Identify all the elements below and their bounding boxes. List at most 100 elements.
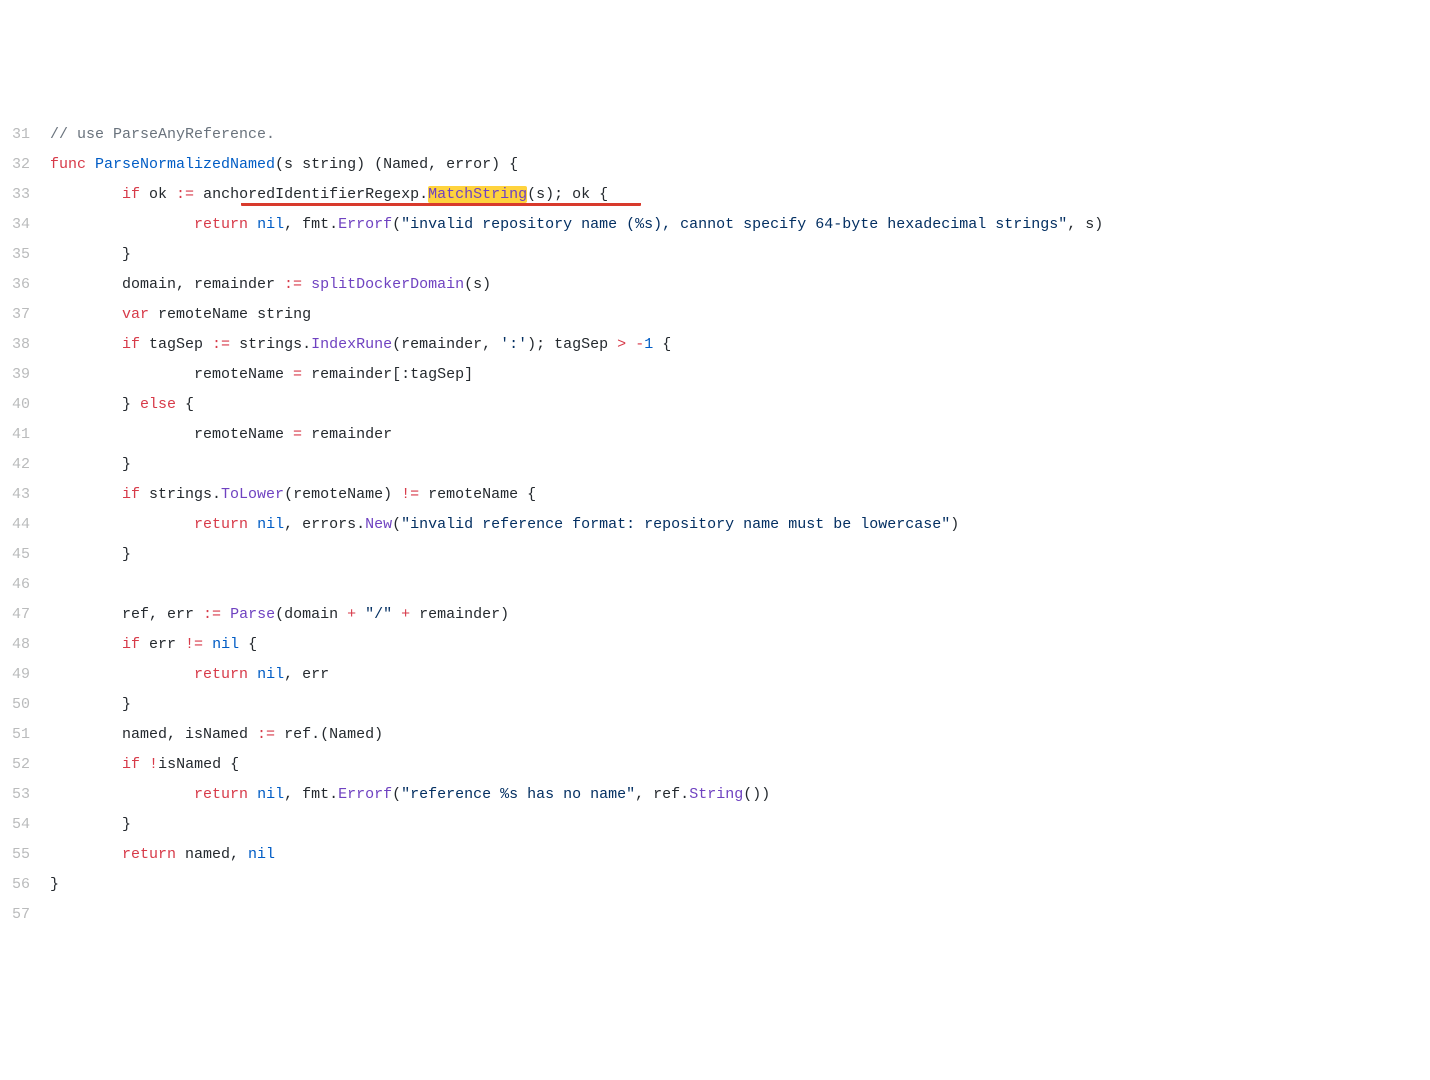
line-content[interactable]: }: [42, 870, 1430, 900]
code-line[interactable]: 33 if ok := anchoredIdentifierRegexp.Mat…: [0, 180, 1430, 210]
code-token: "/": [365, 606, 392, 623]
code-token: +: [347, 606, 356, 623]
code-token: isNamed {: [158, 756, 239, 773]
code-token: err: [140, 636, 185, 653]
code-token: [302, 276, 311, 293]
line-content[interactable]: }: [42, 450, 1430, 480]
code-token: "invalid reference format: repository na…: [401, 516, 950, 533]
code-line[interactable]: 47 ref, err := Parse(domain + "/" + rema…: [0, 600, 1430, 630]
line-content[interactable]: } else {: [42, 390, 1430, 420]
line-content[interactable]: named, isNamed := ref.(Named): [42, 720, 1430, 750]
line-number: 36: [0, 270, 42, 300]
code-token: }: [50, 876, 59, 893]
code-line[interactable]: 37 var remoteName string: [0, 300, 1430, 330]
code-line[interactable]: 39 remoteName = remainder[:tagSep]: [0, 360, 1430, 390]
line-number: 42: [0, 450, 42, 480]
code-line[interactable]: 50 }: [0, 690, 1430, 720]
code-token: (s); ok {: [527, 186, 608, 203]
code-line[interactable]: 52 if !isNamed {: [0, 750, 1430, 780]
code-token: =: [293, 366, 302, 383]
code-token: , err: [284, 666, 329, 683]
line-content[interactable]: return nil, errors.New("invalid referenc…: [42, 510, 1430, 540]
line-content[interactable]: return named, nil: [42, 840, 1430, 870]
code-token: [203, 636, 212, 653]
code-line[interactable]: 55 return named, nil: [0, 840, 1430, 870]
code-token: string: [302, 156, 356, 173]
code-viewer[interactable]: 31// use ParseAnyReference.32func ParseN…: [0, 120, 1430, 930]
line-number: 44: [0, 510, 42, 540]
code-token: }: [50, 816, 131, 833]
line-content[interactable]: }: [42, 810, 1430, 840]
code-token: {: [653, 336, 671, 353]
code-token: (domain: [275, 606, 347, 623]
line-content[interactable]: ref, err := Parse(domain + "/" + remaind…: [42, 600, 1430, 630]
code-token: (remainder,: [392, 336, 500, 353]
line-number: 40: [0, 390, 42, 420]
line-number: 50: [0, 690, 42, 720]
line-content[interactable]: return nil, err: [42, 660, 1430, 690]
code-line[interactable]: 51 named, isNamed := ref.(Named): [0, 720, 1430, 750]
line-content[interactable]: domain, remainder := splitDockerDomain(s…: [42, 270, 1430, 300]
code-token: if: [122, 756, 140, 773]
code-token: ): [374, 726, 383, 743]
code-line[interactable]: 34 return nil, fmt.Errorf("invalid repos…: [0, 210, 1430, 240]
code-line[interactable]: 57: [0, 900, 1430, 930]
line-number: 33: [0, 180, 42, 210]
code-token: [50, 486, 122, 503]
line-number: 45: [0, 540, 42, 570]
line-number: 57: [0, 900, 42, 930]
code-token: }: [50, 456, 131, 473]
code-line[interactable]: 32func ParseNormalizedNamed(s string) (N…: [0, 150, 1430, 180]
line-content[interactable]: if tagSep := strings.IndexRune(remainder…: [42, 330, 1430, 360]
code-line[interactable]: 42 }: [0, 450, 1430, 480]
code-line[interactable]: 35 }: [0, 240, 1430, 270]
code-token: {: [239, 636, 257, 653]
line-content[interactable]: remoteName = remainder: [42, 420, 1430, 450]
code-line[interactable]: 41 remoteName = remainder: [0, 420, 1430, 450]
code-line[interactable]: 38 if tagSep := strings.IndexRune(remain…: [0, 330, 1430, 360]
line-content[interactable]: return nil, fmt.Errorf("reference %s has…: [42, 780, 1430, 810]
code-line[interactable]: 54 }: [0, 810, 1430, 840]
line-number: 35: [0, 240, 42, 270]
line-content[interactable]: remoteName = remainder[:tagSep]: [42, 360, 1430, 390]
code-line[interactable]: 31// use ParseAnyReference.: [0, 120, 1430, 150]
code-line[interactable]: 48 if err != nil {: [0, 630, 1430, 660]
code-line[interactable]: 36 domain, remainder := splitDockerDomai…: [0, 270, 1430, 300]
line-content[interactable]: return nil, fmt.Errorf("invalid reposito…: [42, 210, 1430, 240]
line-content[interactable]: if strings.ToLower(remoteName) != remote…: [42, 480, 1430, 510]
code-token: [50, 756, 122, 773]
line-content[interactable]: }: [42, 240, 1430, 270]
code-token: ) (: [356, 156, 383, 173]
code-token: }: [50, 546, 131, 563]
code-token: Named: [383, 156, 428, 173]
code-line[interactable]: 56}: [0, 870, 1430, 900]
code-line[interactable]: 44 return nil, errors.New("invalid refer…: [0, 510, 1430, 540]
code-line[interactable]: 40 } else {: [0, 390, 1430, 420]
code-token: !: [149, 756, 158, 773]
code-line[interactable]: 46: [0, 570, 1430, 600]
line-number: 55: [0, 840, 42, 870]
line-content[interactable]: if !isNamed {: [42, 750, 1430, 780]
code-token: [50, 516, 194, 533]
line-content[interactable]: if ok := anchoredIdentifierRegexp.MatchS…: [42, 180, 1430, 210]
code-token: var: [122, 306, 149, 323]
line-content[interactable]: // use ParseAnyReference.: [42, 120, 1430, 150]
code-token: if: [122, 186, 140, 203]
code-token: strings.: [140, 486, 221, 503]
code-token: }: [50, 246, 131, 263]
line-content[interactable]: }: [42, 540, 1430, 570]
code-line[interactable]: 49 return nil, err: [0, 660, 1430, 690]
line-content[interactable]: var remoteName string: [42, 300, 1430, 330]
line-content[interactable]: if err != nil {: [42, 630, 1430, 660]
code-token: , fmt.: [284, 216, 338, 233]
code-line[interactable]: 45 }: [0, 540, 1430, 570]
line-number: 47: [0, 600, 42, 630]
code-line[interactable]: 43 if strings.ToLower(remoteName) != rem…: [0, 480, 1430, 510]
line-content[interactable]: func ParseNormalizedNamed(s string) (Nam…: [42, 150, 1430, 180]
code-line[interactable]: 53 return nil, fmt.Errorf("reference %s …: [0, 780, 1430, 810]
code-token: ): [950, 516, 959, 533]
code-token: IndexRune: [311, 336, 392, 353]
code-token: named, isNamed: [50, 726, 257, 743]
code-token: "invalid repository name (%s), cannot sp…: [401, 216, 1067, 233]
line-content[interactable]: }: [42, 690, 1430, 720]
